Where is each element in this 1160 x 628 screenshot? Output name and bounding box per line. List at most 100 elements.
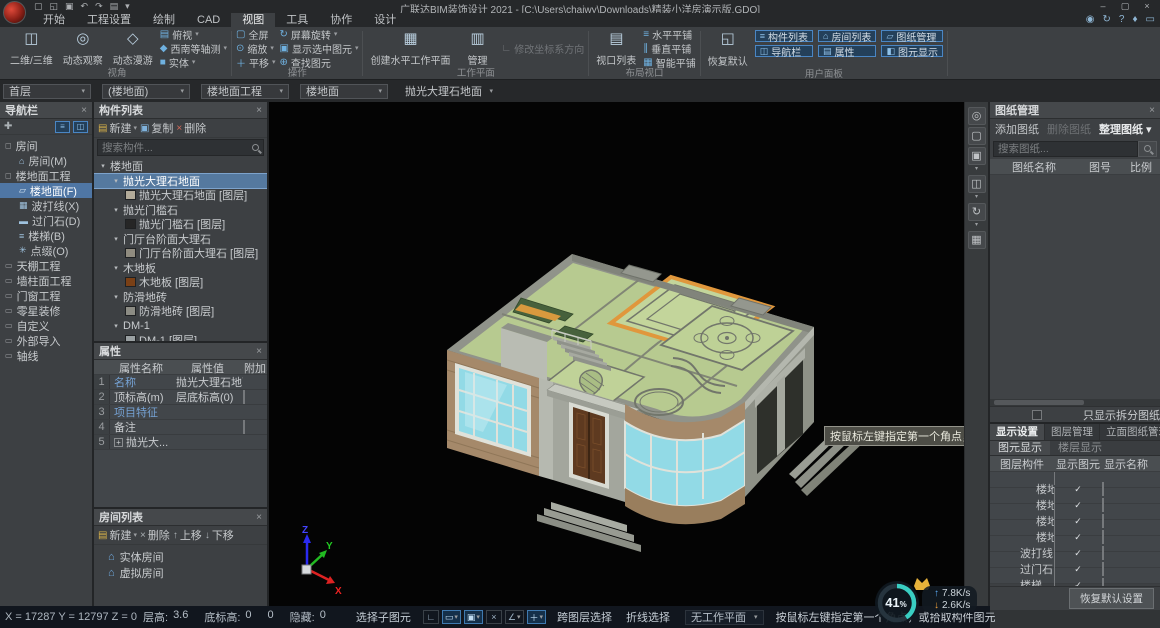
sidebar-item[interactable]: ✳点缀(O) [0,243,92,258]
toolbar-button-1[interactable]: ▣复制 [140,120,173,136]
toolbar-button-2[interactable]: ↑上移 [173,527,202,543]
toolbar-button-2[interactable]: ×删除 [176,120,206,136]
workplane-dropdown[interactable]: 无工作平面 ▾ [685,610,764,625]
menu-tab-0[interactable]: 开始 [32,13,76,27]
box-view-icon[interactable]: ◫ [968,175,986,193]
cube-view-icon[interactable]: ▣ [968,147,986,165]
close-icon[interactable]: × [256,105,262,116]
sidebar-item[interactable]: ▬过门石(D) [0,213,92,228]
ribbon-button[interactable]: ▥管理 [457,28,497,68]
sidebar-item[interactable]: ▱楼地面(F) [0,183,92,198]
show-name-checkbox[interactable] [1102,514,1104,528]
close-icon[interactable]: × [1151,426,1157,437]
drawing-toolbar-button-0[interactable]: 添加图纸 [995,121,1039,137]
volume-select-icon[interactable]: ▣▾ [464,610,483,624]
show-name-checkbox[interactable] [1102,482,1104,496]
ribbon-button[interactable]: ▤俯视▾ [160,28,227,40]
ribbon-button[interactable]: ≡水平平铺 [643,28,695,40]
tab-1[interactable]: 图层管理 [1045,424,1100,440]
ucs-corner-icon[interactable]: ∟ [423,610,439,624]
list-view-icon[interactable]: ≡ [55,121,70,133]
drawing-toolbar-button-2[interactable]: 整理图纸 ▾ [1099,121,1152,137]
status-button-0[interactable]: 跨图层选择 [557,609,612,625]
breadcrumb-select-0[interactable]: 首层▾ [3,84,91,99]
component-search[interactable] [97,139,264,156]
show-name-checkbox[interactable] [1102,498,1104,512]
icon-view-icon[interactable]: ◫ [73,121,88,133]
pin-icon[interactable]: ✚ [4,121,12,132]
toolbar-button-0[interactable]: ▤新建▾ [98,120,137,136]
tree-row[interactable]: DM-1 [图层] [94,333,267,341]
menu-tab-5[interactable]: 工具 [275,13,319,27]
menu-tab-7[interactable]: 设计 [363,13,407,27]
angle-snap-icon[interactable]: ∠▾ [505,610,524,624]
show-name-checkbox[interactable] [1102,578,1104,586]
tree-row[interactable]: ▾防滑地砖 [94,290,267,305]
attach-checkbox[interactable] [243,390,245,404]
drawing-search-button[interactable] [1138,141,1157,157]
ribbon-button[interactable]: ■实体▾ [160,56,227,68]
ribbon-button[interactable]: ▦智能平铺 [643,56,695,68]
ribbon-toggle[interactable]: ▱图纸管理 [881,30,943,42]
tree-row[interactable]: ▾抛光大理石地面 [94,174,267,189]
toolbar-button-3[interactable]: ↓下移 [205,527,234,543]
tree-row[interactable]: ▾DM-1 [94,319,267,334]
ribbon-button[interactable]: ∟修改坐标系方向 [501,42,584,54]
navigator-group-0[interactable]: ◻房间 [0,138,92,153]
menu-tab-4[interactable]: 视图 [231,13,275,27]
ribbon-toggle[interactable]: ▤属性 [818,45,876,57]
tree-row[interactable]: ▾木地板 [94,261,267,276]
ribbon-button[interactable]: ▤视口列表 [593,28,639,68]
minimize-icon[interactable]: – [1092,0,1114,12]
sidebar-item[interactable]: ▦波打线(X) [0,198,92,213]
ribbon-button[interactable]: ↻屏幕旋转▾ [280,28,359,40]
menu-tab-1[interactable]: 工程设置 [76,13,142,27]
tab-0[interactable]: 显示设置 [990,424,1045,440]
show-name-checkbox[interactable] [1102,562,1104,576]
breadcrumb-select-2[interactable]: 楼地面工程▾ [201,84,289,99]
ribbon-toggle[interactable]: ◧图元显示 [881,45,943,57]
view-2d-icon[interactable]: ▢ [968,127,986,145]
sidebar-item[interactable]: ⌂房间(M) [0,153,92,168]
menu-tab-2[interactable]: 绘制 [142,13,186,27]
navigator-group-7[interactable]: ▭外部导入 [0,333,92,348]
navigator-group-6[interactable]: ▭自定义 [0,318,92,333]
drawing-search[interactable] [993,141,1138,157]
tree-row[interactable]: 防滑地砖 [图层] [94,304,267,319]
status-button-1[interactable]: 折线选择 [626,609,670,625]
ribbon-button[interactable]: ▦创建水平工作平面 [367,28,453,68]
sub-tab-1[interactable]: 楼层显示 [1050,441,1110,455]
tree-row[interactable]: ▾抛光门槛石 [94,203,267,218]
ribbon-button[interactable]: ▣显示选中图元▾ [280,42,359,54]
monitor-icon[interactable]: ▭ [1146,13,1155,27]
ribbon-button[interactable]: ◆西南等轴测▾ [160,42,227,54]
ribbon-button[interactable]: ◱恢复默认 [705,28,751,69]
close-icon[interactable]: × [81,105,87,116]
menu-tab-6[interactable]: 协作 [319,13,363,27]
tree-row[interactable]: 木地板 [图层] [94,275,267,290]
rotate-view-icon[interactable]: ↻ [968,203,986,221]
show-element-checkbox[interactable] [1054,567,1102,586]
property-value[interactable]: 抛光大理石地面 [172,374,243,390]
ribbon-button[interactable]: ＋平移▾ [236,56,276,68]
close-icon[interactable]: × [1149,105,1155,116]
navigator-group-4[interactable]: ▭门窗工程 [0,288,92,303]
select-sub-element-button[interactable]: 选择子图元 [356,609,411,625]
viewport-3d[interactable]: Z Y X 按鼠标左键指定第一个角点，或拾取构件图元 [269,102,964,628]
close-icon[interactable]: × [1136,0,1158,12]
split-drawings-checkbox[interactable] [1032,410,1042,420]
sync-icon[interactable]: ↻ [1102,13,1110,27]
tree-row[interactable]: ▾门厅台阶面大理石 [94,232,267,247]
ribbon-button[interactable]: ◇动态漫游 [110,28,156,68]
breadcrumb-select-4[interactable]: 抛光大理石地面▾ [399,84,499,99]
navigator-group-3[interactable]: ▭墙柱面工程 [0,273,92,288]
navigator-group-1[interactable]: ◻楼地面工程 [0,168,92,183]
user-avatar-icon[interactable]: ◉ [1086,13,1095,27]
list-item[interactable]: ⌂虚拟房间 [94,565,267,581]
drawing-table-body[interactable] [990,175,1160,399]
rect-select-icon[interactable]: ▭▾ [442,610,461,624]
breadcrumb-select-3[interactable]: 楼地面▾ [300,84,388,99]
breadcrumb-select-1[interactable]: (楼地面)▾ [102,84,190,99]
maximize-icon[interactable]: ▢ [1114,0,1136,12]
list-item[interactable]: ⌂实体房间 [94,549,267,565]
